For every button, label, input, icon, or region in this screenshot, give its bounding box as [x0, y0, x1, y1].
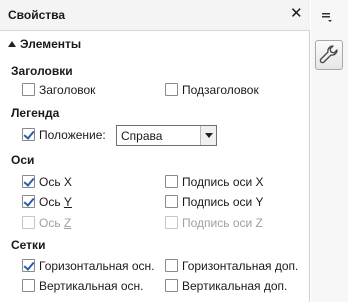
hamburger-menu-icon[interactable]	[321, 11, 333, 23]
z-axis-title-checkbox: Подпись оси Z	[165, 216, 263, 232]
title-checkbox-box[interactable]	[22, 83, 35, 96]
elements-section-title: Элементы	[20, 37, 82, 51]
z-axis-label-pre: Ось	[39, 216, 64, 230]
z-axis-title-checkbox-box	[165, 216, 178, 229]
h-major-grid-label: Горизонтальная осн.	[39, 259, 155, 273]
x-axis-checkbox-box[interactable]	[22, 175, 35, 188]
elements-section-header[interactable]: Элементы	[8, 37, 81, 51]
h-minor-grid-checkbox-box[interactable]	[165, 259, 178, 272]
y-axis-title-checkbox[interactable]: Подпись оси Y	[165, 195, 264, 211]
y-axis-label-mnemonic: Y	[63, 195, 72, 209]
y-axis-title-checkbox-box[interactable]	[165, 195, 178, 208]
z-axis-checkbox: Ось Z	[22, 216, 71, 232]
subtitle-checkbox-box[interactable]	[165, 83, 178, 96]
close-icon[interactable]: ✕	[290, 6, 303, 22]
title-checkbox[interactable]: Заголовок	[22, 83, 95, 99]
properties-deck-button[interactable]	[315, 40, 343, 70]
collapse-triangle-icon[interactable]	[8, 41, 16, 47]
panel-titlebar: Свойства ✕	[0, 0, 310, 31]
y-axis-title-label: Подпись оси Y	[182, 195, 264, 209]
legend-position-checkbox-box[interactable]	[22, 128, 35, 141]
wrench-icon	[319, 45, 338, 64]
x-axis-title-label: Подпись оси X	[182, 175, 264, 189]
v-minor-grid-label: Вертикальная доп.	[182, 279, 288, 293]
axes-group-label: Оси	[11, 153, 35, 167]
h-minor-grid-label: Горизонтальная доп.	[182, 259, 299, 273]
x-axis-title-checkbox-box[interactable]	[165, 175, 178, 188]
v-minor-grid-checkbox[interactable]: Вертикальная доп.	[165, 279, 287, 295]
z-axis-checkbox-box	[22, 216, 35, 229]
h-major-grid-checkbox-box[interactable]	[22, 259, 35, 272]
titles-group-label: Заголовки	[11, 64, 73, 78]
panel-title: Свойства	[8, 8, 66, 22]
chevron-down-icon[interactable]	[200, 126, 216, 145]
subtitle-checkbox-label: Подзаголовок	[182, 83, 259, 97]
legend-position-label-pre: Положение	[39, 128, 103, 142]
x-axis-label: Ось X	[39, 175, 72, 189]
legend-position-value: Справа	[121, 129, 163, 143]
legend-position-select[interactable]: Справа	[116, 125, 217, 146]
h-major-grid-checkbox[interactable]: Горизонтальная осн.	[22, 259, 154, 275]
x-axis-checkbox[interactable]: Ось X	[22, 175, 72, 191]
x-axis-title-checkbox[interactable]: Подпись оси X	[165, 175, 264, 191]
title-checkbox-label: Заголовок	[39, 83, 96, 97]
v-major-grid-label: Вертикальная осн.	[39, 279, 144, 293]
grids-group-label: Сетки	[11, 238, 46, 252]
legend-position-label-post: :	[102, 128, 106, 142]
subtitle-checkbox[interactable]: Подзаголовок	[165, 83, 259, 99]
y-axis-label-pre: Ось	[39, 195, 64, 209]
legend-position-checkbox[interactable]: Положение:	[22, 128, 106, 144]
legend-group-label: Легенда	[11, 106, 60, 120]
properties-panel: Свойства ✕ Элементы Заголовки Заголовок …	[0, 0, 310, 302]
y-axis-checkbox[interactable]: Ось Y	[22, 195, 72, 211]
z-axis-title-label: Подпись оси Z	[182, 216, 263, 230]
v-major-grid-checkbox[interactable]: Вертикальная осн.	[22, 279, 144, 295]
z-axis-label-mnemonic: Z	[63, 216, 72, 230]
y-axis-checkbox-box[interactable]	[22, 195, 35, 208]
v-major-grid-checkbox-box[interactable]	[22, 279, 35, 292]
h-minor-grid-checkbox[interactable]: Горизонтальная доп.	[165, 259, 298, 275]
v-minor-grid-checkbox-box[interactable]	[165, 279, 178, 292]
